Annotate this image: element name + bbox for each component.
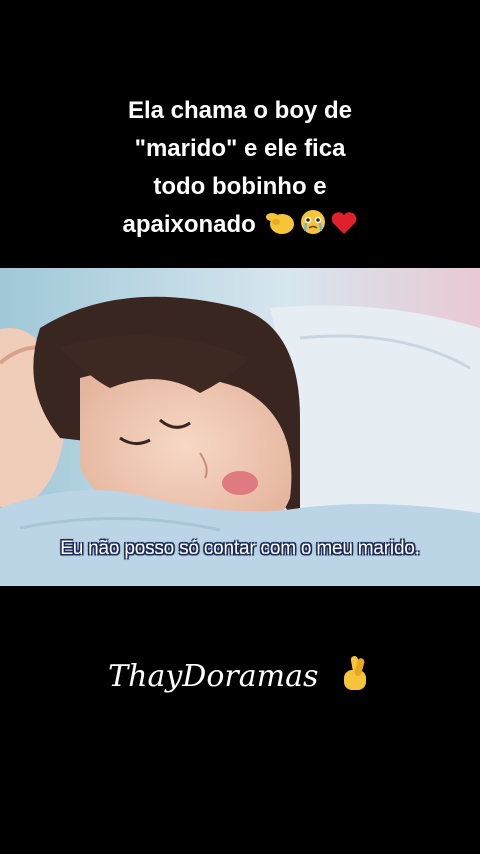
watermark-text: ThayDoramas [108,659,319,694]
caption-line-4-text: apaixonado [122,211,256,238]
video-subtitle: Eu não posso só contar com o meu marido. [60,538,420,559]
caption-text: Ela chama o boy de "marido" e ele fica t… [0,92,480,248]
caption-line-4: apaixonado [0,206,480,248]
watermark: ThayDoramas [0,654,480,702]
caption-line-3: todo bobinho e [153,173,327,200]
caption-line-2: "marido" e ele fica [134,135,346,162]
pinching-hand-icon [265,208,296,248]
caption-line-1: Ela chama o boy de [127,97,353,124]
crying-face-icon [299,208,327,248]
red-heart-icon [330,210,358,248]
crossed-fingers-icon [338,654,372,702]
